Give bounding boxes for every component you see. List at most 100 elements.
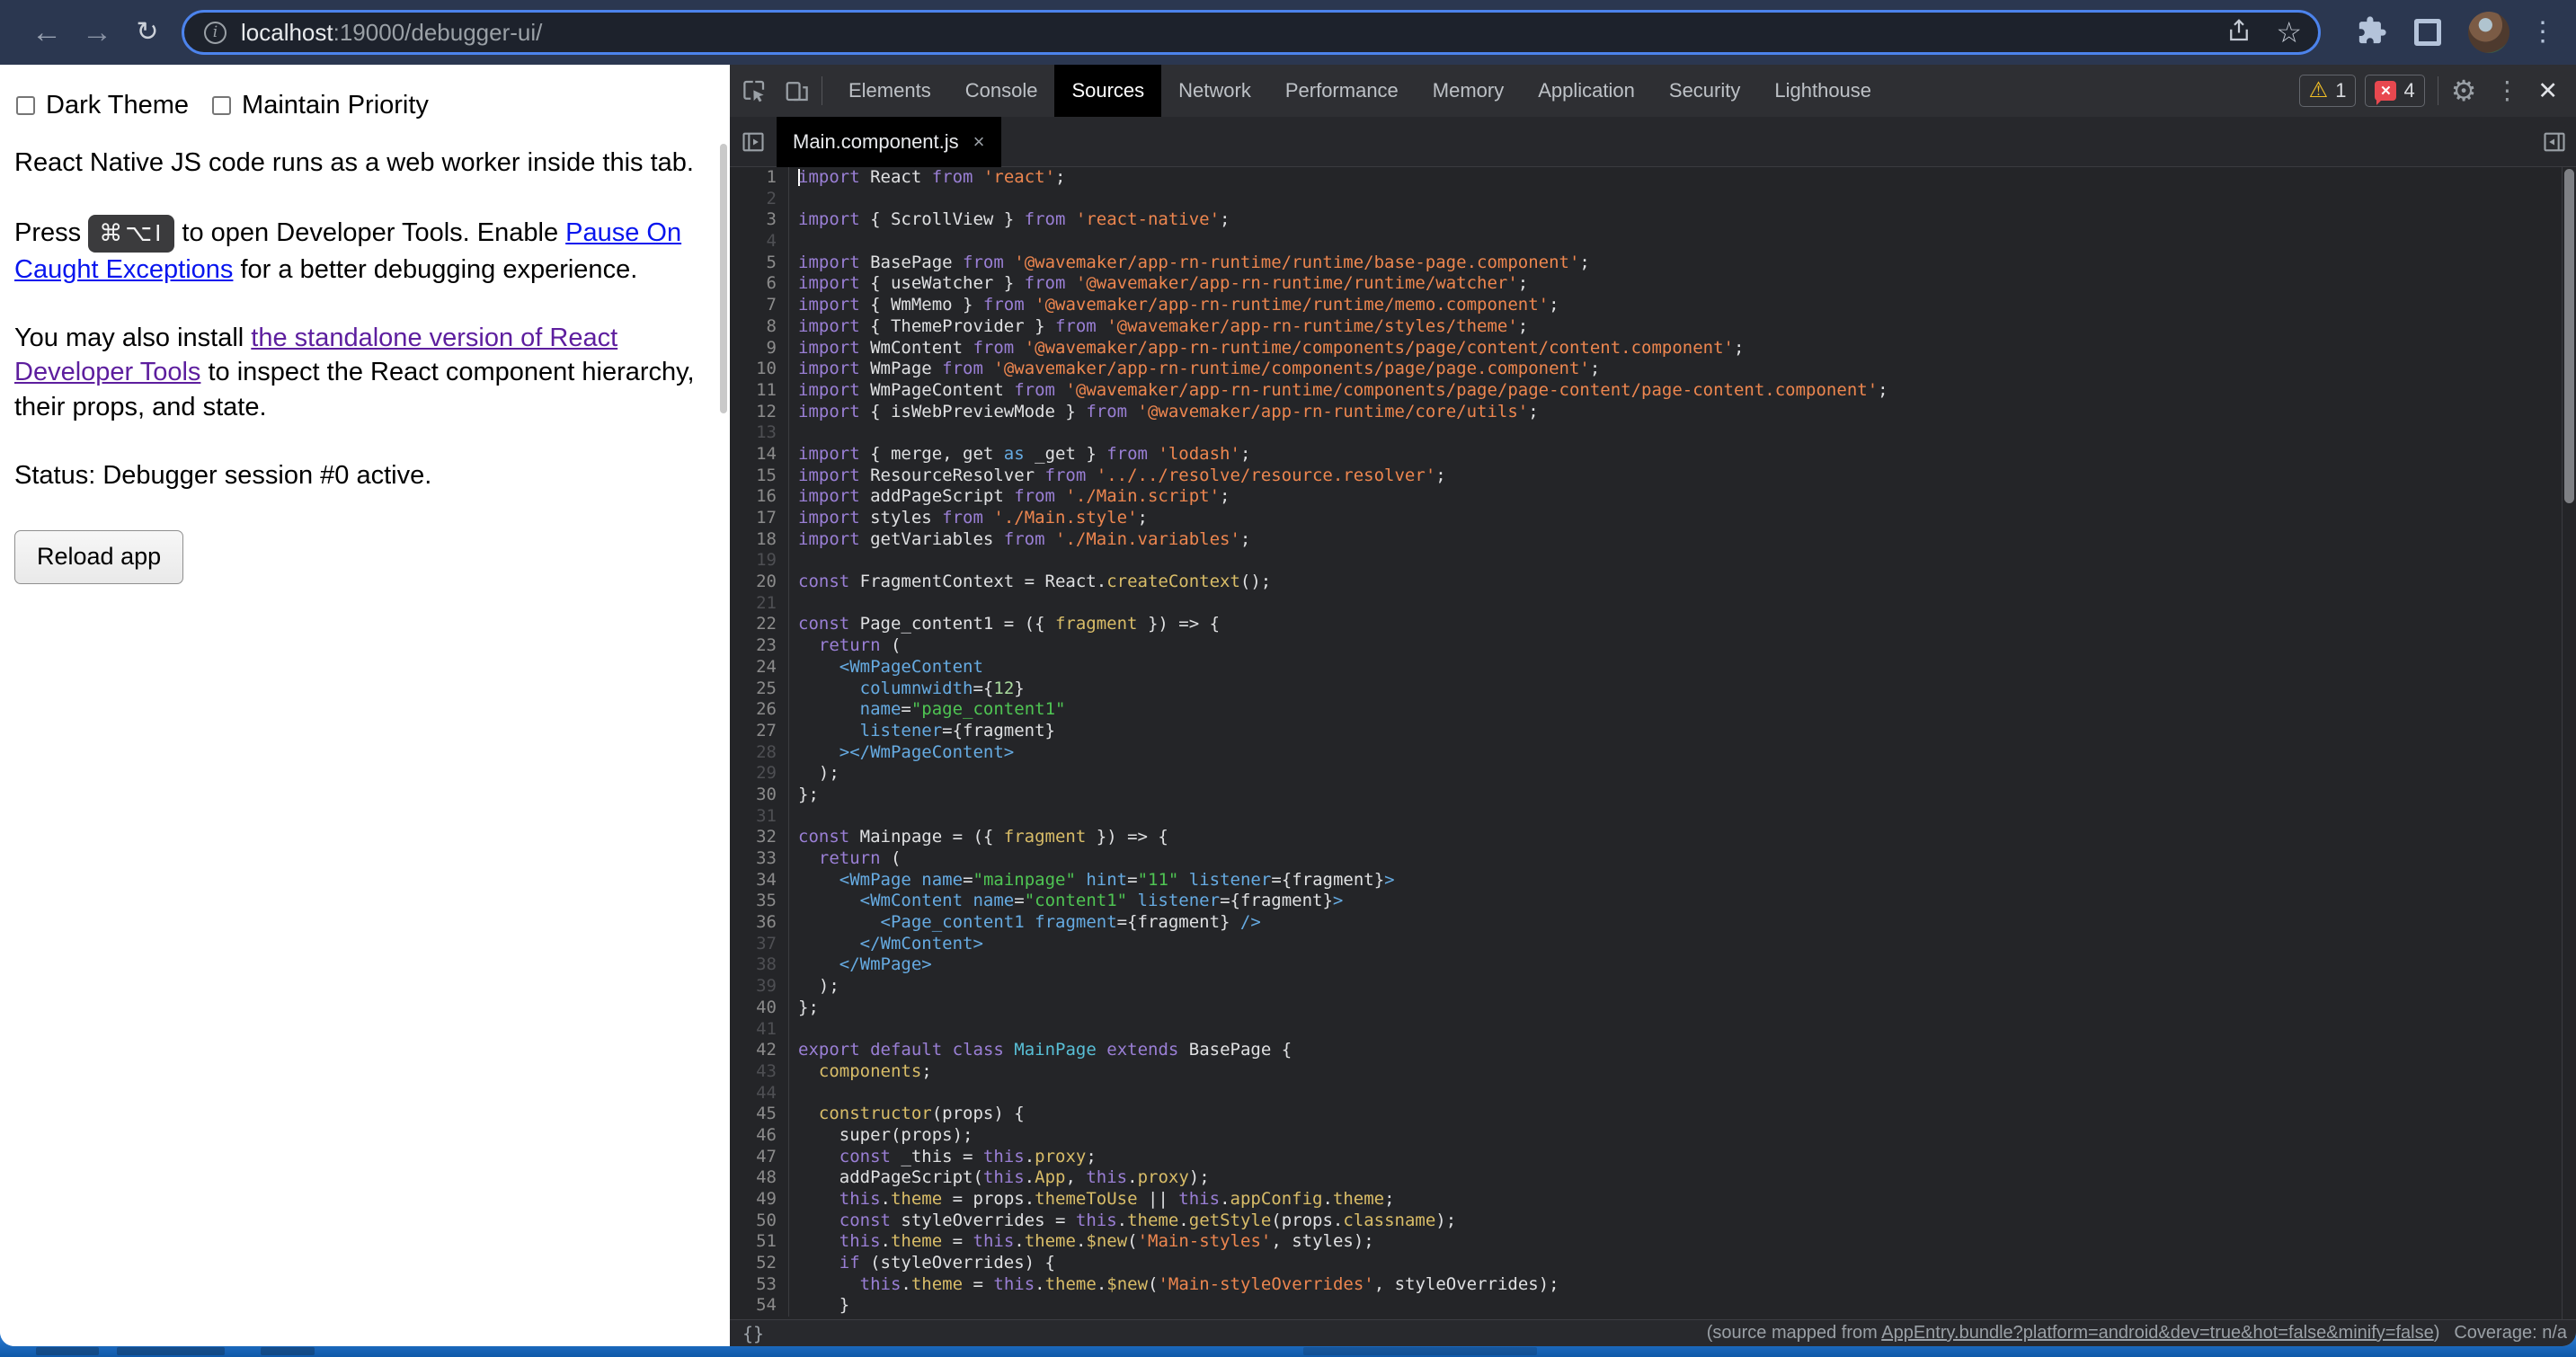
- maintain-priority-label: Maintain Priority: [242, 88, 429, 122]
- settings-gear-icon[interactable]: ⚙: [2451, 76, 2477, 105]
- errors-badge[interactable]: ✕ 4: [2365, 75, 2424, 107]
- share-icon[interactable]: [2225, 17, 2252, 49]
- tab-console[interactable]: Console: [948, 65, 1055, 117]
- line-number[interactable]: 29: [730, 763, 789, 785]
- line-number[interactable]: 40: [730, 998, 789, 1019]
- tab-network[interactable]: Network: [1161, 65, 1268, 117]
- line-number[interactable]: 45: [730, 1104, 789, 1125]
- line-number[interactable]: 15: [730, 466, 789, 487]
- file-tab-main-component[interactable]: Main.component.js ×: [777, 117, 1001, 167]
- line-number[interactable]: 3: [730, 209, 789, 231]
- line-number[interactable]: 16: [730, 486, 789, 508]
- back-button[interactable]: ←: [22, 17, 72, 48]
- line-number[interactable]: 27: [730, 721, 789, 742]
- line-number[interactable]: 17: [730, 508, 789, 529]
- line-number[interactable]: 46: [730, 1125, 789, 1147]
- source-map-link[interactable]: AppEntry.bundle?platform=android&dev=tru…: [1881, 1323, 2433, 1343]
- line-number[interactable]: 9: [730, 338, 789, 359]
- line-number[interactable]: 37: [730, 934, 789, 955]
- line-number[interactable]: 30: [730, 785, 789, 806]
- tab-elements[interactable]: Elements: [831, 65, 948, 117]
- line-number[interactable]: 41: [730, 1019, 789, 1041]
- line-number[interactable]: 47: [730, 1147, 789, 1168]
- editor-scrollbar-thumb[interactable]: [2564, 169, 2574, 503]
- line-number[interactable]: 21: [730, 593, 789, 615]
- line-number[interactable]: 10: [730, 359, 789, 380]
- line-number[interactable]: 52: [730, 1253, 789, 1274]
- line-number[interactable]: 14: [730, 444, 789, 466]
- line-number[interactable]: 13: [730, 422, 789, 444]
- line-number[interactable]: 32: [730, 827, 789, 848]
- line-number[interactable]: 7: [730, 295, 789, 316]
- line-number[interactable]: 6: [730, 273, 789, 295]
- line-number[interactable]: 18: [730, 529, 789, 551]
- line-number[interactable]: 49: [730, 1189, 789, 1211]
- line-content: addPageScript(this.App, this.proxy);: [789, 1167, 1210, 1189]
- keyboard-shortcut-badge: ⌘⌥I: [88, 215, 174, 253]
- dark-theme-checkbox[interactable]: [16, 96, 35, 115]
- line-number[interactable]: 38: [730, 954, 789, 976]
- page-scrollbar-thumb[interactable]: [720, 144, 727, 413]
- show-debugger-sidebar-icon[interactable]: [2533, 129, 2576, 155]
- line-number[interactable]: 43: [730, 1061, 789, 1083]
- inspect-element-icon[interactable]: [730, 77, 773, 104]
- line-number[interactable]: 23: [730, 635, 789, 657]
- line-number[interactable]: 25: [730, 678, 789, 700]
- code-editor[interactable]: 1import React from 'react';23import { Sc…: [730, 167, 2576, 1319]
- line-number[interactable]: 19: [730, 550, 789, 572]
- line-number[interactable]: 48: [730, 1167, 789, 1189]
- line-number[interactable]: 26: [730, 699, 789, 721]
- line-number[interactable]: 39: [730, 976, 789, 998]
- tab-application[interactable]: Application: [1521, 65, 1652, 117]
- line-number[interactable]: 35: [730, 891, 789, 912]
- url-text[interactable]: localhost:19000/debugger-ui/: [241, 19, 2202, 47]
- warnings-badge[interactable]: ⚠ 1: [2299, 75, 2357, 107]
- maintain-priority-checkbox[interactable]: [212, 96, 231, 115]
- profile-avatar[interactable]: [2468, 12, 2509, 53]
- line-number[interactable]: 44: [730, 1083, 789, 1104]
- line-number[interactable]: 22: [730, 614, 789, 635]
- code-line: 49 this.theme = props.themeToUse || this…: [730, 1189, 2576, 1211]
- line-number[interactable]: 34: [730, 870, 789, 891]
- tab-security[interactable]: Security: [1652, 65, 1757, 117]
- line-number[interactable]: 2: [730, 189, 789, 210]
- line-number[interactable]: 24: [730, 657, 789, 678]
- extensions-puzzle-icon[interactable]: [2357, 15, 2387, 50]
- reload-app-button[interactable]: Reload app: [14, 530, 183, 584]
- line-number[interactable]: 1: [730, 167, 789, 189]
- site-info-icon[interactable]: i: [204, 22, 227, 44]
- tab-lighthouse[interactable]: Lighthouse: [1757, 65, 1888, 117]
- devtools-close-icon[interactable]: ✕: [2537, 79, 2558, 103]
- line-number[interactable]: 8: [730, 316, 789, 338]
- browser-menu-icon[interactable]: ⋮: [2529, 19, 2556, 46]
- tab-performance[interactable]: Performance: [1268, 65, 1416, 117]
- line-number[interactable]: 11: [730, 380, 789, 402]
- pretty-print-icon[interactable]: {}: [742, 1323, 764, 1344]
- line-number[interactable]: 31: [730, 806, 789, 828]
- line-number[interactable]: 50: [730, 1211, 789, 1232]
- url-bar[interactable]: i localhost:19000/debugger-ui/ ☆: [182, 10, 2321, 55]
- tab-group-icon[interactable]: [2414, 19, 2441, 46]
- device-toolbar-icon[interactable]: [773, 77, 816, 104]
- bookmark-star-icon[interactable]: ☆: [2276, 18, 2302, 47]
- forward-button[interactable]: →: [72, 17, 122, 48]
- line-number[interactable]: 5: [730, 253, 789, 274]
- show-navigator-icon[interactable]: [730, 129, 777, 155]
- line-number[interactable]: 4: [730, 231, 789, 253]
- line-number[interactable]: 36: [730, 912, 789, 934]
- warning-icon: ⚠: [2309, 80, 2329, 102]
- devtools-menu-icon[interactable]: ⋮: [2494, 78, 2519, 103]
- line-number[interactable]: 54: [730, 1295, 789, 1317]
- reload-button[interactable]: ↻: [122, 19, 173, 46]
- tab-memory[interactable]: Memory: [1416, 65, 1521, 117]
- line-number[interactable]: 42: [730, 1040, 789, 1061]
- editor-scrollbar-track[interactable]: [2562, 167, 2576, 1319]
- line-number[interactable]: 53: [730, 1274, 789, 1296]
- tab-sources[interactable]: Sources: [1054, 65, 1161, 117]
- line-number[interactable]: 12: [730, 402, 789, 423]
- line-number[interactable]: 51: [730, 1231, 789, 1253]
- line-number[interactable]: 33: [730, 848, 789, 870]
- file-tab-close-icon[interactable]: ×: [973, 130, 985, 154]
- line-number[interactable]: 20: [730, 572, 789, 593]
- line-number[interactable]: 28: [730, 742, 789, 764]
